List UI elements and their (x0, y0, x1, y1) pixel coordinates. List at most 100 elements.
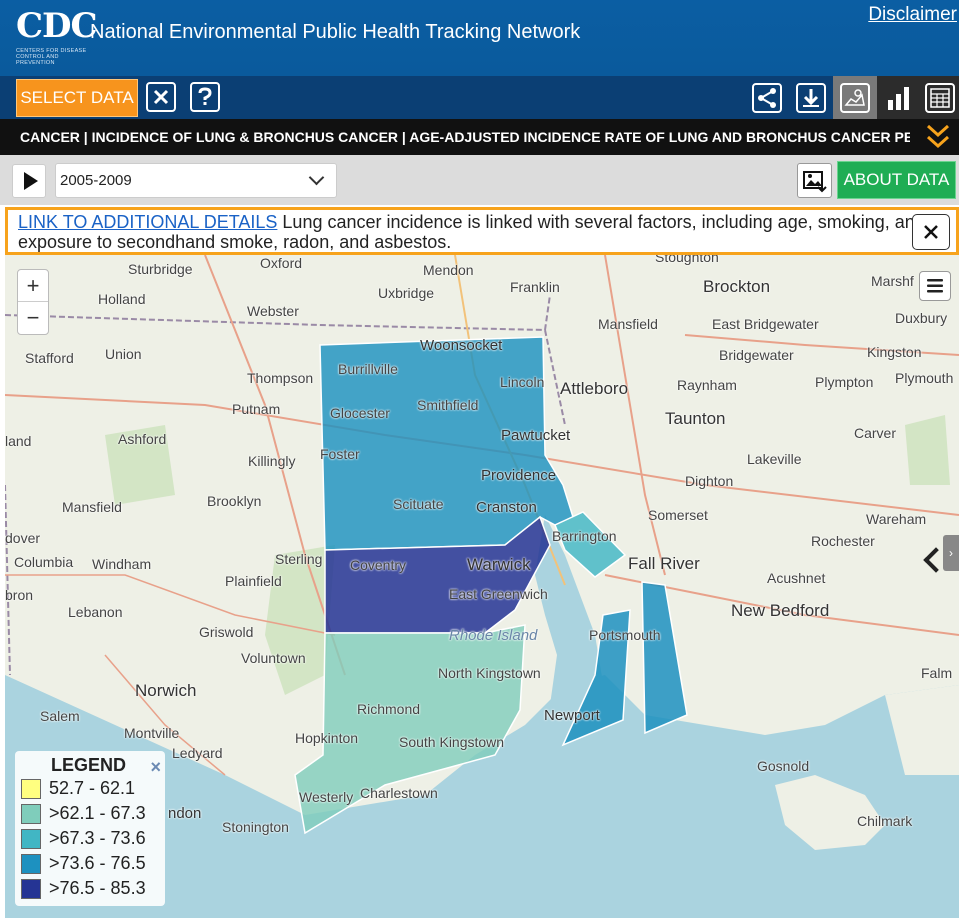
place-label: Pawtucket (501, 427, 571, 444)
zoom-in-button[interactable]: + (18, 270, 48, 302)
info-banner: LINK TO ADDITIONAL DETAILS Lung cancer i… (5, 207, 959, 255)
place-label: Plymouth (895, 370, 954, 386)
site-title: National Environmental Public Health Tra… (90, 21, 581, 43)
place-label: Taunton (665, 409, 726, 428)
place-label: Rochester (811, 533, 875, 549)
place-label: Uxbridge (378, 285, 435, 301)
place-label: Warwick (467, 555, 531, 574)
select-data-button[interactable]: SELECT DATA (16, 79, 138, 117)
table-view-button[interactable] (920, 76, 959, 119)
place-label: Hopkinton (295, 730, 359, 746)
image-export-icon (802, 170, 827, 192)
chevron-down-icon[interactable] (925, 123, 951, 152)
place-label: Montville (124, 725, 180, 741)
chart-view-button[interactable] (877, 76, 921, 119)
legend: LEGEND × 52.7 - 62.1 >62.1 - 67.3 >67.3 … (15, 751, 165, 906)
disclaimer-link[interactable]: Disclaimer (868, 4, 957, 26)
place-label: ndon (168, 805, 202, 822)
place-label: Holland (98, 291, 146, 307)
place-label: Killingly (248, 453, 296, 469)
place-label: Griswold (199, 624, 254, 640)
place-label: Stonington (222, 819, 289, 835)
legend-swatch (21, 853, 41, 874)
place-label: Brockton (703, 277, 771, 296)
x-icon[interactable] (146, 82, 176, 112)
place-label: Duxbury (895, 310, 948, 326)
question-icon[interactable] (190, 82, 220, 112)
place-label: Acushnet (767, 570, 826, 586)
place-label: Falm (921, 665, 953, 681)
place-label: Fall River (628, 554, 700, 573)
close-info-button[interactable] (912, 214, 950, 250)
place-label: Wareham (866, 511, 927, 527)
share-button[interactable] (745, 76, 789, 119)
cdc-logo-subtext: Centers for Disease Control and Preventi… (16, 48, 87, 66)
legend-title: LEGEND (51, 755, 127, 775)
cdc-logo[interactable]: CDC Centers for Disease Control and Prev… (14, 6, 98, 66)
place-label: Windham (92, 556, 152, 572)
legend-label: >67.3 - 73.6 (49, 828, 146, 848)
place-label: Newport (544, 707, 600, 724)
table-icon (924, 82, 955, 113)
place-label: Scituate (393, 496, 444, 512)
place-label: Cranston (476, 499, 537, 516)
legend-item: 52.7 - 62.1 (21, 776, 165, 801)
menu-icon (927, 279, 943, 293)
place-label: Stafford (25, 350, 74, 366)
place-label: Columbia (14, 554, 74, 570)
play-icon (23, 172, 38, 190)
place-label: Salem (40, 708, 80, 724)
place-label: Ledyard (172, 745, 223, 761)
map-view[interactable]: Oxford Mendon Sturbridge Uxbridge Frankl… (5, 255, 959, 918)
place-label: Kingston (867, 344, 922, 360)
place-label: New Bedford (731, 601, 830, 620)
legend-label: 52.7 - 62.1 (49, 778, 136, 798)
download-button[interactable] (789, 76, 833, 119)
map-view-button[interactable] (833, 76, 877, 119)
toolbar: SELECT DATA (0, 76, 959, 119)
legend-label: >73.6 - 76.5 (49, 853, 146, 873)
place-label: East Greenwich (449, 586, 548, 602)
about-data-button[interactable]: ABOUT DATA (837, 161, 956, 199)
place-label: Portsmouth (589, 627, 661, 643)
region-newport-county-east[interactable] (641, 581, 688, 735)
place-label: Lincoln (500, 374, 545, 390)
legend-swatch (21, 803, 41, 824)
place-label: Carver (854, 425, 897, 441)
zoom-out-button[interactable]: − (18, 302, 48, 334)
place-label: Charlestown (360, 785, 438, 801)
place-label: Ashford (118, 431, 167, 447)
place-label: dover (5, 530, 41, 546)
chevron-right-icon[interactable]: › (943, 535, 959, 571)
year-select[interactable]: 2005-2009 (55, 163, 337, 198)
legend-item: >67.3 - 73.6 (21, 826, 165, 851)
place-label: Sturbridge (128, 261, 193, 277)
place-label: Webster (247, 303, 299, 319)
place-label: Plainfield (225, 573, 282, 589)
place-label: Voluntown (241, 650, 306, 666)
play-button[interactable] (12, 164, 46, 198)
additional-details-link[interactable]: LINK TO ADDITIONAL DETAILS (18, 212, 277, 232)
place-label: Woonsocket (420, 337, 503, 354)
place-label: Glocester (330, 405, 390, 421)
place-label: South Kingstown (399, 734, 505, 750)
export-map-button[interactable] (797, 163, 832, 198)
place-label: Stoughton (655, 255, 719, 265)
place-label: Franklin (510, 279, 560, 295)
place-label: East Bridgewater (712, 316, 819, 332)
close-icon (924, 225, 938, 239)
legend-close-icon[interactable]: × (150, 757, 161, 778)
place-label: Thompson (247, 370, 314, 386)
share-icon (752, 82, 782, 113)
chevron-down-icon (308, 169, 325, 186)
place-label: Coventry (350, 557, 407, 573)
legend-item: >62.1 - 67.3 (21, 801, 165, 826)
legend-swatch (21, 878, 41, 899)
legend-item: >76.5 - 85.3 (21, 876, 165, 901)
place-label: Providence (481, 467, 557, 484)
bar-chart-icon (884, 83, 914, 113)
place-label: Union (105, 346, 142, 362)
place-label: Norwich (135, 681, 197, 700)
legend-label: >76.5 - 85.3 (49, 878, 146, 898)
layers-button[interactable] (919, 271, 951, 301)
